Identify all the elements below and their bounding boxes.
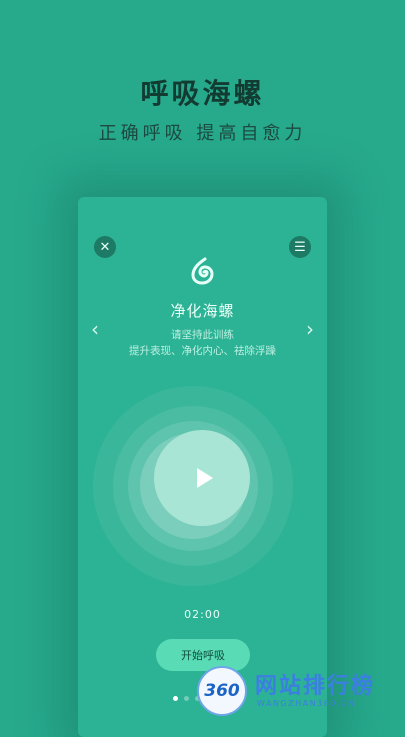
breathing-card: ✕ ☰ 净化海螺 请坚持此训练 提升表现、净化内心、祛除浮躁 ‹ › 02:00…	[78, 197, 327, 737]
exercise-description-2: 提升表现、净化内心、祛除浮躁	[129, 345, 276, 357]
menu-icon: ☰	[294, 239, 306, 255]
menu-button[interactable]: ☰	[289, 236, 311, 258]
page-subtitle: 正确呼吸 提高自愈力	[98, 123, 307, 144]
site-watermark: 360 网站排行榜 WANGZHAN360.CN	[193, 664, 403, 718]
timer-display: 02:00	[184, 608, 221, 621]
play-button[interactable]	[154, 430, 250, 526]
close-icon: ✕	[99, 239, 111, 255]
page-title: 呼吸海螺	[140, 77, 265, 110]
next-arrow-icon[interactable]: ›	[306, 317, 314, 341]
close-button[interactable]: ✕	[94, 236, 116, 258]
watermark-logo: 360	[197, 666, 247, 716]
prev-arrow-icon[interactable]: ‹	[91, 317, 99, 341]
conch-shell-icon	[191, 257, 214, 285]
watermark-domain: WANGZHAN360.CN	[257, 699, 356, 708]
exercise-description-1: 请坚持此训练	[171, 329, 234, 341]
pagination-dot-active[interactable]	[173, 696, 178, 701]
exercise-title: 净化海螺	[170, 302, 235, 320]
watermark-title: 网站排行榜	[255, 674, 376, 699]
play-icon	[197, 468, 213, 488]
pagination-dot[interactable]	[184, 696, 189, 701]
